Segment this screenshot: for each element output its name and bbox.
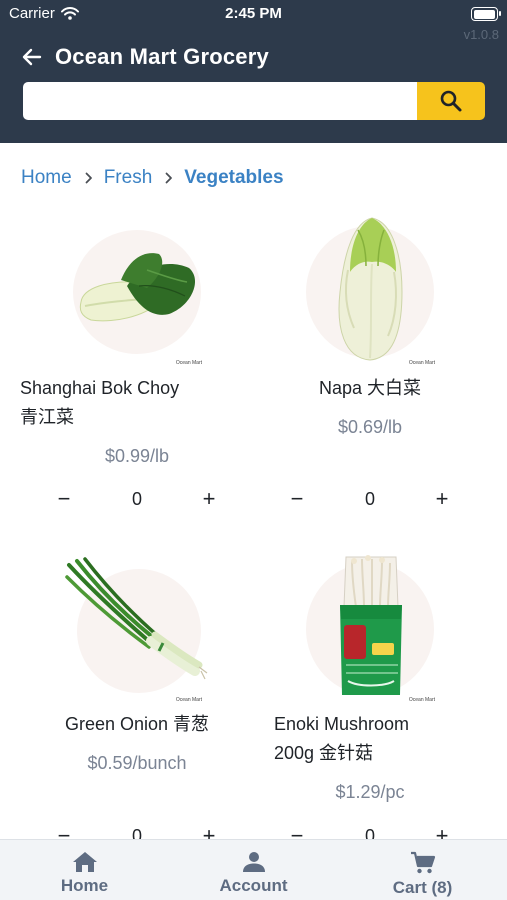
quantity-value: 0: [364, 488, 375, 509]
product-price: $0.99/lb: [104, 446, 170, 466]
product-image[interactable]: Ocean Mart: [20, 210, 254, 368]
product-price: $0.59/bunch: [87, 753, 187, 773]
product-name: Green Onion 青葱: [64, 714, 210, 734]
status-bar: Carrier 2:45 PM: [0, 0, 507, 28]
product-image[interactable]: Ocean Mart: [20, 547, 254, 705]
product-price: $0.69/lb: [337, 417, 403, 437]
bottom-tab-bar: Home Account Cart (8): [0, 839, 507, 900]
page-title: Ocean Mart Grocery: [55, 44, 269, 69]
cart-icon: [410, 851, 435, 874]
magnifier-icon: [440, 90, 462, 112]
chevron-right-icon: [165, 172, 173, 184]
chevron-right-icon: [85, 172, 93, 184]
product-image[interactable]: Ocean Mart: [253, 210, 487, 368]
search-input[interactable]: [23, 82, 417, 120]
app-header: Carrier 2:45 PM v1.0.8 Ocean Mart Grocer…: [0, 0, 507, 143]
napa-cabbage-image: [306, 217, 434, 361]
image-watermark: Ocean Mart: [408, 697, 435, 703]
search-button[interactable]: [417, 82, 485, 120]
product-price: $1.29/pc: [335, 782, 405, 802]
search-bar: [23, 82, 485, 120]
image-watermark: Ocean Mart: [175, 360, 202, 366]
breadcrumb-fresh[interactable]: Fresh: [104, 167, 153, 189]
product-name: Enoki Mushroom 200g 金针菇: [274, 714, 410, 763]
house-icon: [72, 852, 97, 872]
battery-level: [473, 9, 495, 19]
breadcrumb-current: Vegetables: [184, 167, 284, 188]
product-name: Napa 大白菜: [318, 378, 422, 398]
quantity-stepper: − 0 +: [20, 484, 254, 514]
enoki-mushroom-image: [306, 555, 434, 695]
battery-icon: [471, 7, 501, 21]
arrow-left-icon: [22, 48, 42, 66]
green-onion-image: [65, 557, 208, 693]
image-watermark: Ocean Mart: [408, 360, 435, 366]
quantity-value: 0: [131, 488, 142, 509]
tab-cart[interactable]: Cart (8): [338, 840, 507, 900]
tab-cart-label: Cart (8): [392, 878, 453, 897]
increase-button[interactable]: +: [427, 484, 457, 514]
breadcrumb: Home Fresh Vegetables: [21, 166, 284, 190]
decrease-button[interactable]: −: [282, 484, 312, 514]
increase-button[interactable]: +: [194, 484, 224, 514]
tab-home[interactable]: Home: [0, 840, 169, 900]
title-bar: Ocean Mart Grocery: [0, 40, 507, 74]
image-watermark: Ocean Mart: [175, 697, 202, 703]
tab-home-label: Home: [60, 876, 109, 895]
status-time: 2:45 PM: [225, 5, 282, 22]
breadcrumb-home[interactable]: Home: [21, 167, 72, 189]
product-name: Shanghai Bok Choy 青江菜: [20, 378, 180, 427]
tab-account[interactable]: Account: [169, 840, 338, 900]
bok-choy-image: [73, 230, 201, 354]
person-icon: [242, 852, 265, 872]
tab-account-label: Account: [219, 876, 288, 895]
decrease-button[interactable]: −: [49, 484, 79, 514]
quantity-stepper: − 0 +: [253, 484, 487, 514]
back-button[interactable]: [10, 40, 54, 74]
product-image[interactable]: Ocean Mart: [253, 547, 487, 705]
